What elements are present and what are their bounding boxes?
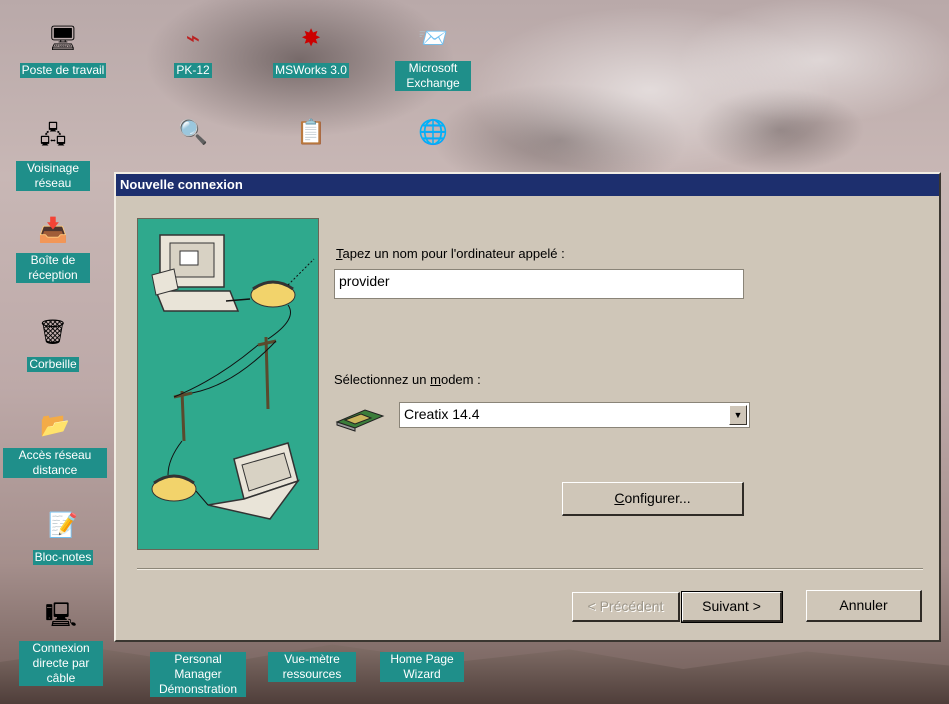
dialup-folder-icon: 📂 [40,411,70,439]
recycle-bin-icon: 🗑 [37,318,69,346]
desktop-wallpaper-mountains [0,644,949,704]
msworks-icon: ✸ [300,24,322,52]
desktop-icon-poste-de-travail[interactable]: 🖥 Poste de travail [8,18,118,79]
desktop-icon-label: MSWorks 3.0 [273,63,349,78]
modem-selected-value: Creatix 14.4 [404,406,480,422]
desktop-icon-home-page-wizard[interactable]: Home Page Wizard [372,652,472,683]
desktop-icon-label: Bloc-notes [32,550,94,565]
desktop-icon-label: Accès réseau distance [3,448,107,478]
cancel-button[interactable]: Annuler [806,590,922,622]
desktop-icon-personal-manager[interactable]: Personal Manager Démonstration [148,652,248,698]
internet-globe-icon: 🌐 [418,118,448,146]
desktop-icon-vue-metre[interactable]: Vue-mètre ressources [262,652,362,683]
desktop-icon-boite-de-reception[interactable]: 📥 Boîte de réception [0,210,118,284]
desktop-icon-connexion-directe[interactable]: 🖳 Connexion directe par câble [0,598,126,687]
desktop-icon-label: Boîte de réception [16,253,90,283]
computer-icon: 🖥 [47,24,79,52]
desktop-icon-label: Vue-mètre ressources [268,652,356,682]
desktop-icon-label: Personal Manager Démonstration [150,652,246,697]
desktop-icon-label: PK-12 [174,63,212,78]
button-separator [137,568,923,570]
explorer-icon: 🔍 [178,118,208,146]
notepad-icon: 📝 [48,511,78,539]
dialog-title: Nouvelle connexion [120,177,243,192]
desktop-icon-acces-reseau[interactable]: 📂 Accès réseau distance [0,405,120,479]
desktop-icon-wordpad[interactable]: 📋 [256,112,366,155]
desktop-icon-corbeille[interactable]: 🗑 Corbeille [0,312,118,373]
direct-cable-icon: 🖳 [44,601,78,629]
modem-label: Sélectionnez un modem : [334,372,481,387]
desktop-icon-label: Microsoft Exchange [395,61,471,91]
desktop-icon-label: Voisinage réseau [16,161,90,191]
desktop-icon-internet[interactable]: 🌐 [378,112,488,155]
dialog-titlebar[interactable]: Nouvelle connexion [116,174,939,196]
exchange-icon: 📨 [418,24,448,52]
desktop-icon-bloc-notes[interactable]: 📝 Bloc-notes [0,505,128,566]
desktop-icon-msworks[interactable]: ✸ MSWorks 3.0 [256,18,366,79]
desktop-icon-microsoft-exchange[interactable]: 📨 Microsoft Exchange [378,18,488,92]
desktop-icon-pk-12[interactable]: ⌁ PK-12 [138,18,248,79]
configure-button[interactable]: Configurer... [562,482,744,516]
computer-name-input[interactable]: provider [334,269,744,299]
dropdown-arrow-icon[interactable]: ▼ [729,405,747,425]
modem-card-icon [335,409,385,432]
desktop-icon-explorer[interactable]: 🔍 [138,112,248,155]
desktop-icon-voisinage-reseau[interactable]: 🖧 Voisinage réseau [0,118,118,192]
desktop-icon-label: Home Page Wizard [380,652,464,682]
network-icon: 🖧 [39,121,67,149]
next-button[interactable]: Suivant > [681,591,783,623]
wordpad-icon: 📋 [296,118,326,146]
inbox-icon: 📥 [38,216,68,244]
connection-illustration [137,218,319,550]
desktop-icon-label: Connexion directe par câble [19,641,103,686]
desktop-icon-label: Corbeille [27,357,79,372]
computer-name-label: Tapez un nom pour l'ordinateur appelé : [336,246,565,261]
new-connection-dialog: Nouvelle connexion Tapez un nom pour l'o… [114,172,941,642]
desktop-icon-label: Poste de travail [19,63,107,78]
computers-phone-line-icon [151,234,315,520]
modem-select[interactable]: Creatix 14.4 ▼ [399,402,750,428]
pk12-logo-icon: ⌁ [185,24,201,52]
back-button[interactable]: < Précédent [572,592,680,622]
